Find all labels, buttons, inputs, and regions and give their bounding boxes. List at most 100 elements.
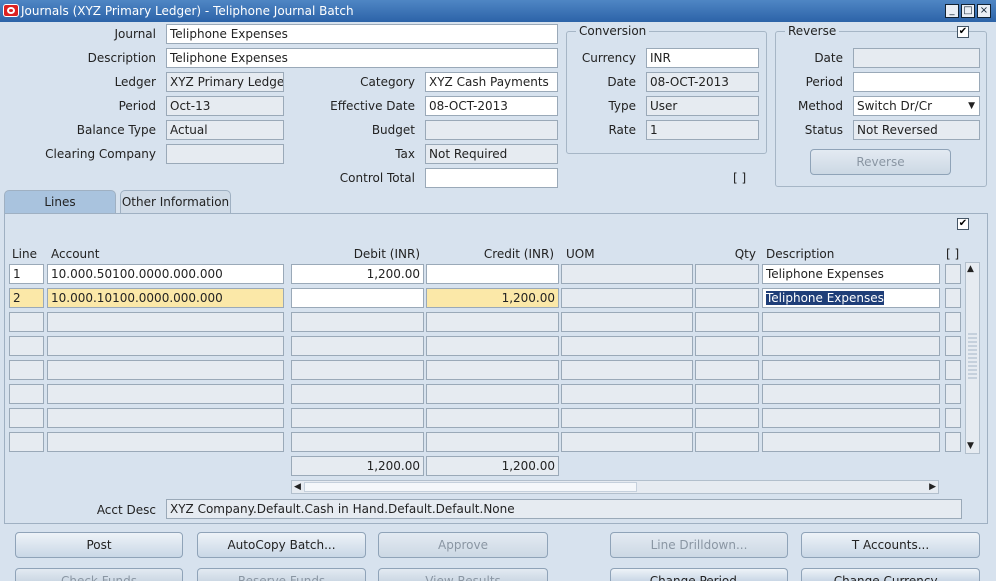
row-2-account-cell[interactable]: 10.000.10100.0000.000.000 [47,288,284,308]
change-period-button[interactable]: Change Period... [610,568,788,581]
view-results-button[interactable]: View Results [378,568,548,581]
line-drilldown-button[interactable]: Line Drilldown... [610,532,788,558]
tab-lines[interactable]: Lines [4,190,116,214]
row-2-uom-cell[interactable] [561,288,693,308]
row-5-debit-cell[interactable] [291,360,424,380]
row-4-qty-cell[interactable] [695,336,759,356]
row-1-uom-cell[interactable] [561,264,693,284]
vertical-scrollbar[interactable]: ▲ ▼ [965,262,980,454]
row-2-line-cell[interactable]: 2 [9,288,44,308]
row-1-line-cell[interactable]: 1 [9,264,44,284]
t-accounts-button[interactable]: T Accounts... [801,532,980,558]
row-4-description-cell[interactable] [762,336,940,356]
row-8-debit-cell[interactable] [291,432,424,452]
row-7-account-cell[interactable] [47,408,284,428]
row-1-credit-cell[interactable] [426,264,559,284]
row-3-uom-cell[interactable] [561,312,693,332]
row-7-line-cell[interactable] [9,408,44,428]
row-8-dff-cell[interactable] [945,432,961,452]
row-4-line-cell[interactable] [9,336,44,356]
row-4-credit-cell[interactable] [426,336,559,356]
row-5-qty-cell[interactable] [695,360,759,380]
row-8-account-cell[interactable] [47,432,284,452]
row-4-account-cell[interactable] [47,336,284,356]
row-7-credit-cell[interactable] [426,408,559,428]
maximize-icon[interactable]: □ [961,4,975,18]
row-7-debit-cell[interactable] [291,408,424,428]
scroll-down-icon[interactable]: ▼ [967,441,974,451]
row-6-uom-cell[interactable] [561,384,693,404]
row-5-uom-cell[interactable] [561,360,693,380]
row-2-description-cell[interactable]: Teliphone Expenses [762,288,940,308]
row-2-credit-cell[interactable]: 1,200.00 [426,288,559,308]
row-8-qty-cell[interactable] [695,432,759,452]
reverse-period-field[interactable] [853,72,980,92]
row-4-debit-cell[interactable] [291,336,424,356]
row-3-line-cell[interactable] [9,312,44,332]
change-currency-button[interactable]: Change Currency... [801,568,980,581]
lines-checkbox[interactable]: ✔ [957,218,969,230]
row-6-dff-cell[interactable] [945,384,961,404]
check-funds-button[interactable]: Check Funds [15,568,183,581]
row-6-account-cell[interactable] [47,384,284,404]
row-8-credit-cell[interactable] [426,432,559,452]
row-2-debit-cell[interactable] [291,288,424,308]
row-3-credit-cell[interactable] [426,312,559,332]
row-5-account-cell[interactable] [47,360,284,380]
scroll-thumb[interactable] [968,333,977,381]
minimize-icon[interactable]: _ [945,4,959,18]
row-6-description-cell[interactable] [762,384,940,404]
row-1-dff-cell[interactable] [945,264,961,284]
hscroll-thumb[interactable] [304,482,637,492]
row-2-qty-cell[interactable] [695,288,759,308]
close-icon[interactable]: × [977,4,991,18]
row-1-qty-cell[interactable] [695,264,759,284]
row-7-uom-cell[interactable] [561,408,693,428]
row-6-qty-cell[interactable] [695,384,759,404]
currency-field[interactable]: INR [646,48,759,68]
row-6-debit-cell[interactable] [291,384,424,404]
scroll-up-icon[interactable]: ▲ [967,264,974,274]
description-field[interactable]: Teliphone Expenses [166,48,558,68]
effective-date-field[interactable]: 08-OCT-2013 [425,96,558,116]
category-field[interactable]: XYZ Cash Payments [425,72,558,92]
row-1-account-cell[interactable]: 10.000.50100.0000.000.000 [47,264,284,284]
window-title-bar[interactable]: Journals (XYZ Primary Ledger) - Teliphon… [0,0,996,22]
control-total-field[interactable] [425,168,558,188]
journal-field[interactable]: Teliphone Expenses [166,24,558,44]
row-6-line-cell[interactable] [9,384,44,404]
reverse-checkbox[interactable]: ✔ [957,26,969,38]
row-5-credit-cell[interactable] [426,360,559,380]
row-7-description-cell[interactable] [762,408,940,428]
scroll-left-icon[interactable]: ◀ [294,481,301,493]
post-button[interactable]: Post [15,532,183,558]
row-5-description-cell[interactable] [762,360,940,380]
row-1-debit-cell[interactable]: 1,200.00 [291,264,424,284]
horizontal-scrollbar[interactable]: ◀ ▶ [291,480,939,494]
row-5-line-cell[interactable] [9,360,44,380]
reverse-button[interactable]: Reverse [810,149,951,175]
row-3-dff-cell[interactable] [945,312,961,332]
reverse-method-select[interactable]: Switch Dr/Cr ▼ [853,96,980,116]
tab-other-information[interactable]: Other Information [120,190,231,214]
row-8-line-cell[interactable] [9,432,44,452]
row-2-dff-cell[interactable] [945,288,961,308]
row-1-description-cell[interactable]: Teliphone Expenses [762,264,940,284]
row-4-uom-cell[interactable] [561,336,693,356]
reserve-funds-button[interactable]: Reserve Funds [197,568,366,581]
row-3-description-cell[interactable] [762,312,940,332]
row-3-debit-cell[interactable] [291,312,424,332]
row-6-credit-cell[interactable] [426,384,559,404]
row-3-qty-cell[interactable] [695,312,759,332]
autocopy-batch-button[interactable]: AutoCopy Batch... [197,532,366,558]
clearing-company-field[interactable] [166,144,284,164]
row-8-uom-cell[interactable] [561,432,693,452]
row-4-dff-cell[interactable] [945,336,961,356]
scroll-right-icon[interactable]: ▶ [929,481,936,493]
folder-indicator[interactable]: [ ] [733,166,769,190]
approve-button[interactable]: Approve [378,532,548,558]
row-8-description-cell[interactable] [762,432,940,452]
row-7-qty-cell[interactable] [695,408,759,428]
row-3-account-cell[interactable] [47,312,284,332]
row-5-dff-cell[interactable] [945,360,961,380]
